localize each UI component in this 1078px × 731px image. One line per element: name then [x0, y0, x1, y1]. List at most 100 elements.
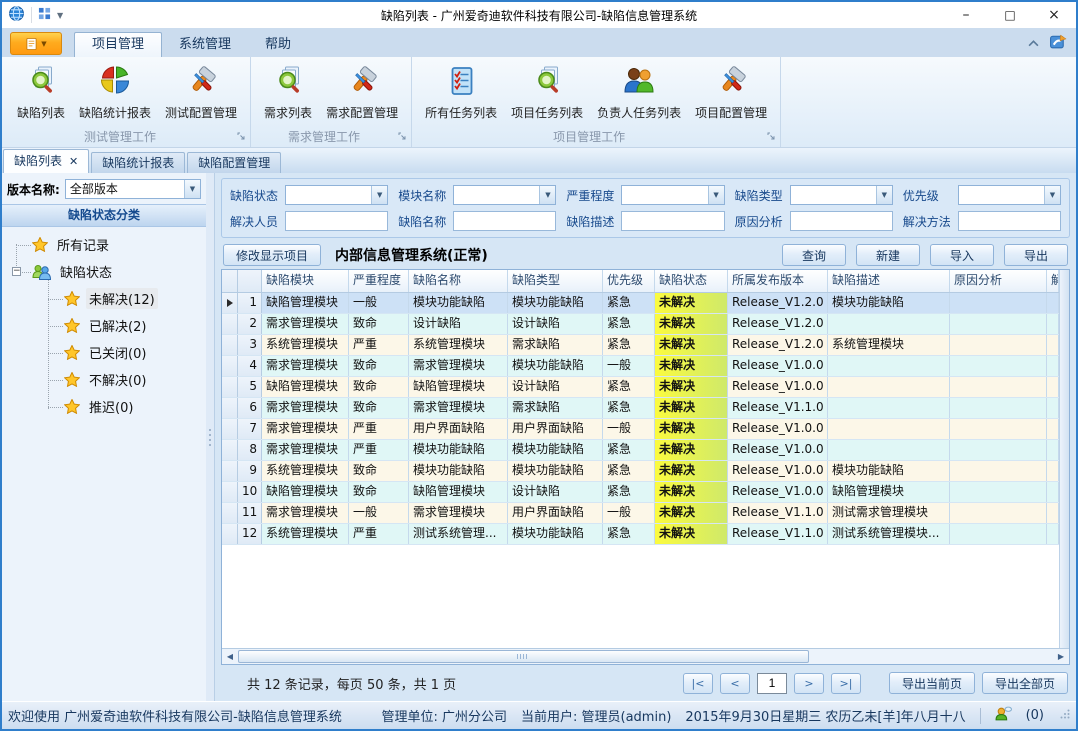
table-row[interactable]: 9系统管理模块致命模块功能缺陷模块功能缺陷紧急未解决Release_V1.0.0…: [222, 461, 1059, 482]
cell-name: 缺陷管理模块: [409, 377, 508, 397]
scrollbar-thumb[interactable]: [238, 650, 809, 663]
filter-input[interactable]: [285, 211, 388, 231]
cell-priority: 紧急: [603, 524, 655, 544]
tree-item[interactable]: 所有记录: [2, 231, 206, 258]
first-page-button[interactable]: |<: [683, 673, 713, 694]
column-header[interactable]: 缺陷模块: [262, 270, 349, 292]
scrollbar-track[interactable]: [238, 649, 1053, 664]
close-icon[interactable]: ✕: [69, 155, 78, 168]
page-number-input[interactable]: [757, 673, 787, 694]
doc-tab[interactable]: 缺陷配置管理: [187, 152, 281, 173]
column-header[interactable]: 缺陷类型: [508, 270, 603, 292]
scroll-left-icon[interactable]: ◀: [222, 649, 238, 664]
modify-columns-button[interactable]: 修改显示项目: [223, 244, 321, 266]
ribbon-tab[interactable]: 帮助: [248, 33, 308, 57]
tree-item[interactable]: 已解决(2): [2, 312, 206, 339]
table-row[interactable]: 6需求管理模块致命需求管理模块需求缺陷紧急未解决Release_V1.1.0: [222, 398, 1059, 419]
collapse-ribbon-icon[interactable]: [1028, 36, 1039, 50]
close-button[interactable]: ×: [1032, 2, 1076, 28]
ribbon-tab[interactable]: 项目管理: [74, 32, 162, 57]
table-row[interactable]: 8需求管理模块严重模块功能缺陷模块功能缺陷紧急未解决Release_V1.0.0: [222, 440, 1059, 461]
help-icon[interactable]: [1049, 33, 1068, 53]
table-row[interactable]: 11需求管理模块一般需求管理模块用户界面缺陷一般未解决Release_V1.1.…: [222, 503, 1059, 524]
ribbon-tab[interactable]: 系统管理: [162, 33, 248, 57]
export-all-pages-button[interactable]: 导出全部页: [982, 672, 1068, 694]
tree-item[interactable]: −缺陷状态: [2, 258, 206, 285]
doc-tab[interactable]: 缺陷统计报表: [91, 152, 185, 173]
ribbon-button-label: 项目任务列表: [511, 104, 583, 121]
filter-input[interactable]: [958, 211, 1061, 231]
cell-module: 系统管理模块: [262, 335, 349, 355]
scroll-right-icon[interactable]: ▶: [1053, 649, 1069, 664]
ribbon-button[interactable]: 需求列表: [257, 61, 319, 121]
resize-grip-icon[interactable]: [1060, 708, 1070, 723]
next-page-button[interactable]: >: [794, 673, 824, 694]
table-row[interactable]: 3系统管理模块严重系统管理模块需求缺陷紧急未解决Release_V1.2.0系统…: [222, 335, 1059, 356]
maximize-button[interactable]: □: [988, 2, 1032, 28]
column-header[interactable]: 缺陷状态: [655, 270, 728, 292]
table-row[interactable]: 4需求管理模块致命需求管理模块模块功能缺陷一般未解决Release_V1.0.0: [222, 356, 1059, 377]
import-button[interactable]: 导入: [930, 244, 994, 266]
table-row[interactable]: 12系统管理模块严重测试系统管理...模块功能缺陷紧急未解决Release_V1…: [222, 524, 1059, 545]
dialog-launcher-icon[interactable]: [398, 130, 407, 144]
minimize-button[interactable]: –: [944, 2, 988, 28]
ribbon-button[interactable]: 负责人任务列表: [590, 61, 688, 121]
window-controls: – □ ×: [944, 2, 1076, 28]
table-row[interactable]: 10缺陷管理模块致命缺陷管理模块设计缺陷紧急未解决Release_V1.0.0缺…: [222, 482, 1059, 503]
tree-item[interactable]: 不解决(0): [2, 366, 206, 393]
ribbon-button[interactable]: 项目配置管理: [688, 61, 774, 121]
ribbon-button[interactable]: 所有任务列表: [418, 61, 504, 121]
app-window: ▼ 缺陷列表 - 广州爱奇迪软件科技有限公司-缺陷信息管理系统 – □ × ▼ …: [0, 0, 1078, 731]
tree-item[interactable]: 已关闭(0): [2, 339, 206, 366]
filter-input[interactable]: [790, 211, 893, 231]
export-button[interactable]: 导出: [1004, 244, 1068, 266]
table-row[interactable]: 5缺陷管理模块致命缺陷管理模块设计缺陷紧急未解决Release_V1.0.0: [222, 377, 1059, 398]
filter-combo[interactable]: ▼: [621, 185, 724, 205]
cell-type: 模块功能缺陷: [508, 440, 603, 460]
ribbon-button[interactable]: 项目任务列表: [504, 61, 590, 121]
filter-input[interactable]: [621, 211, 724, 231]
prev-page-button[interactable]: <: [720, 673, 750, 694]
table-row[interactable]: 7需求管理模块严重用户界面缺陷用户界面缺陷一般未解决Release_V1.0.0: [222, 419, 1059, 440]
layout-grid-icon[interactable]: [38, 7, 51, 23]
filter-combo[interactable]: ▼: [958, 185, 1061, 205]
column-header[interactable]: 缺陷描述: [828, 270, 950, 292]
task-list-icon: [445, 65, 478, 100]
filter-label: 原因分析: [735, 213, 785, 230]
app-globe-icon[interactable]: [8, 5, 25, 25]
last-page-button[interactable]: >|: [831, 673, 861, 694]
collapse-icon[interactable]: −: [12, 267, 21, 276]
cell-severity: 严重: [349, 419, 409, 439]
export-current-page-button[interactable]: 导出当前页: [889, 672, 975, 694]
filter-input[interactable]: [453, 211, 556, 231]
column-header[interactable]: 所属发布版本: [728, 270, 828, 292]
application-menu-button[interactable]: ▼: [10, 32, 62, 55]
table-row[interactable]: 2需求管理模块致命设计缺陷设计缺陷紧急未解决Release_V1.2.0: [222, 314, 1059, 335]
column-header[interactable]: 严重程度: [349, 270, 409, 292]
tree-item[interactable]: 推迟(0): [2, 393, 206, 420]
horizontal-scrollbar[interactable]: ◀ ▶: [222, 648, 1069, 664]
ribbon-button[interactable]: 需求配置管理: [319, 61, 405, 121]
version-combo[interactable]: 全部版本 ▼: [65, 179, 201, 199]
filter-combo[interactable]: ▼: [453, 185, 556, 205]
dialog-launcher-icon[interactable]: [767, 130, 776, 144]
filter-combo[interactable]: ▼: [790, 185, 893, 205]
column-header[interactable]: 优先级: [603, 270, 655, 292]
vertical-scrollbar[interactable]: [1059, 270, 1069, 648]
column-header[interactable]: 原因分析: [950, 270, 1047, 292]
ribbon-button[interactable]: 测试配置管理: [158, 61, 244, 121]
tree-item[interactable]: 未解决(12): [2, 285, 206, 312]
sidebar-splitter[interactable]: [206, 173, 214, 701]
doc-tab[interactable]: 缺陷列表✕: [3, 149, 89, 173]
messenger-person-icon[interactable]: [995, 706, 1012, 725]
chevron-down-icon[interactable]: ▼: [57, 11, 63, 20]
ribbon-button[interactable]: 缺陷列表: [10, 61, 72, 121]
table-row[interactable]: 1缺陷管理模块一般模块功能缺陷模块功能缺陷紧急未解决Release_V1.2.0…: [222, 293, 1059, 314]
column-header[interactable]: 解决方法: [1047, 270, 1059, 292]
ribbon-button[interactable]: 缺陷统计报表: [72, 61, 158, 121]
dialog-launcher-icon[interactable]: [237, 130, 246, 144]
query-button[interactable]: 查询: [782, 244, 846, 266]
filter-combo[interactable]: ▼: [285, 185, 388, 205]
column-header[interactable]: 缺陷名称: [409, 270, 508, 292]
new-button[interactable]: 新建: [856, 244, 920, 266]
